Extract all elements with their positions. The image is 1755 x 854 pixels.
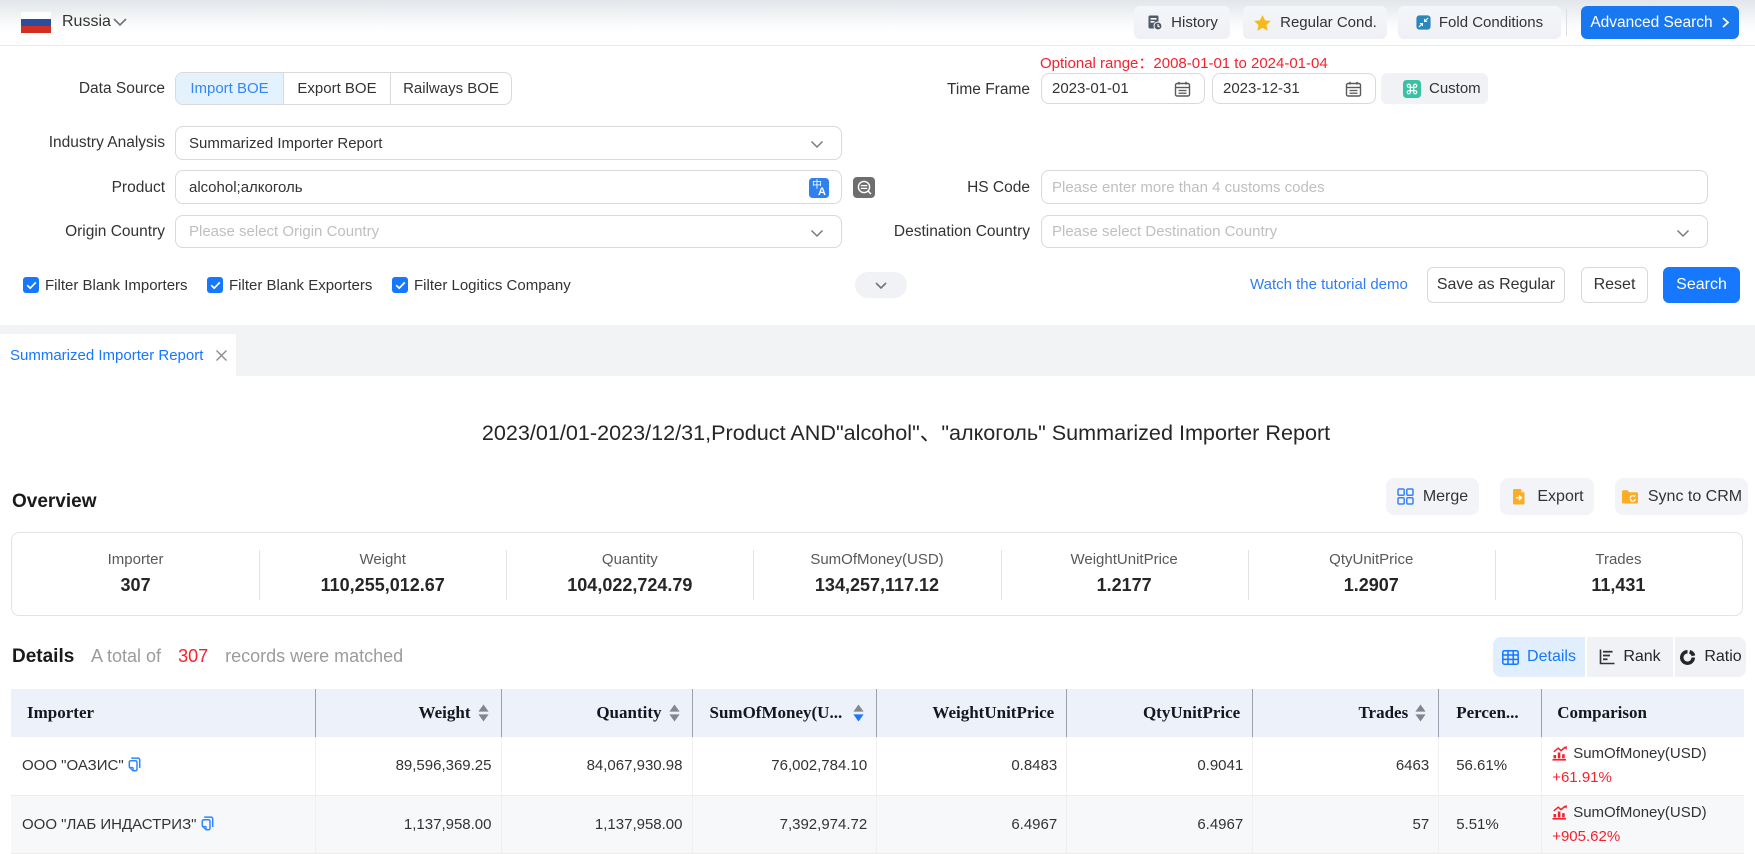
svg-text:A: A <box>818 186 826 198</box>
